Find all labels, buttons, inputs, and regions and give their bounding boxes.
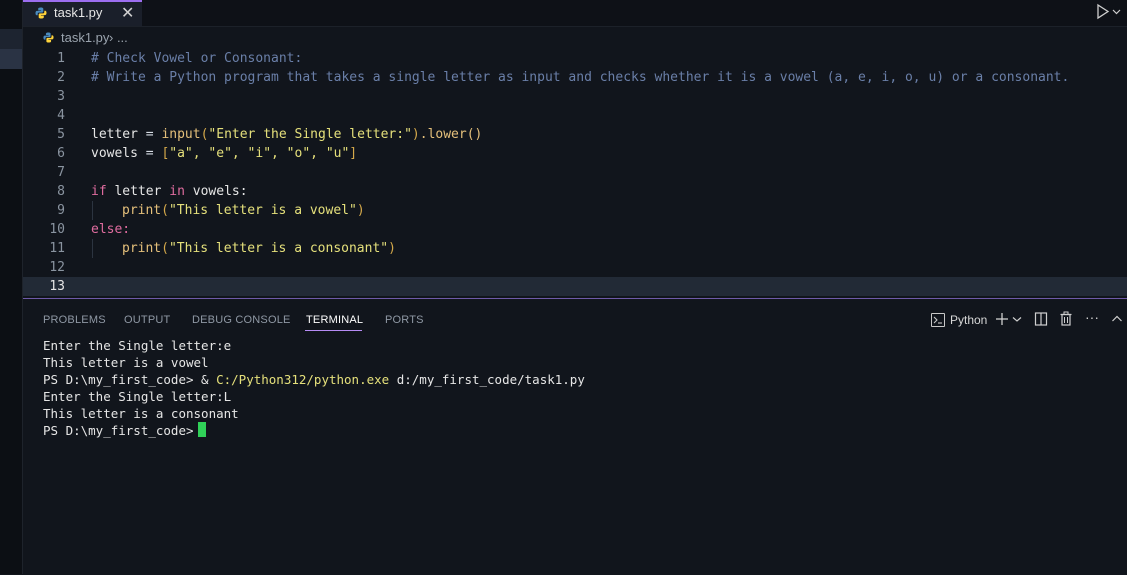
code-line: 12 bbox=[23, 258, 1127, 277]
code-line: 6 vowels = ["a", "e", "i", "o", "u"] bbox=[23, 144, 1127, 163]
code-line: 4 bbox=[23, 106, 1127, 125]
trash-icon[interactable] bbox=[1059, 310, 1073, 328]
tab-ports[interactable]: PORTS bbox=[385, 314, 424, 326]
terminal-line: This letter is a consonant bbox=[43, 406, 239, 421]
code-text: # Write a Python program that takes a si… bbox=[91, 70, 1070, 85]
line-number: 12 bbox=[49, 260, 65, 275]
line-number: 1 bbox=[57, 51, 65, 66]
code-text: if letter in vowels: bbox=[91, 184, 248, 199]
code-text: # Check Vowel or Consonant: bbox=[91, 51, 303, 66]
tab-output[interactable]: OUTPUT bbox=[124, 314, 170, 326]
tab-terminal[interactable]: TERMINAL bbox=[306, 314, 363, 326]
close-icon[interactable]: ✕ bbox=[121, 3, 134, 23]
tab-debug-console[interactable]: DEBUG CONSOLE bbox=[192, 314, 291, 326]
code-line: 3 bbox=[23, 87, 1127, 106]
tab-label: task1.py bbox=[54, 5, 103, 20]
line-number: 13 bbox=[49, 279, 65, 294]
chevron-up-icon[interactable] bbox=[1111, 310, 1123, 328]
line-number: 4 bbox=[57, 108, 65, 123]
code-line: 5 letter = input("Enter the Single lette… bbox=[23, 125, 1127, 144]
code-text: print("This letter is a vowel") bbox=[122, 203, 365, 218]
tab-task1-py[interactable]: task1.py ✕ bbox=[23, 0, 142, 26]
code-editor[interactable]: 1 # Check Vowel or Consonant: 2 # Write … bbox=[23, 48, 1127, 298]
python-file-icon bbox=[43, 32, 54, 43]
breadcrumb: task1.py › ... bbox=[23, 27, 1127, 49]
code-line: 8 if letter in vowels: bbox=[23, 182, 1127, 201]
code-text: print("This letter is a consonant") bbox=[122, 241, 396, 256]
indent-guide bbox=[92, 201, 93, 220]
line-number: 11 bbox=[49, 241, 65, 256]
activity-item[interactable] bbox=[0, 29, 22, 49]
python-file-icon bbox=[35, 7, 47, 19]
terminal-line: PS D:\my_first_code> & C:/Python312/pyth… bbox=[43, 372, 585, 387]
code-text: else: bbox=[91, 222, 131, 237]
code-text: vowels = ["a", "e", "i", "o", "u"] bbox=[91, 146, 358, 161]
line-number: 10 bbox=[49, 222, 65, 237]
add-terminal-icon[interactable] bbox=[995, 310, 1009, 328]
line-number: 9 bbox=[57, 203, 65, 218]
line-number: 8 bbox=[57, 184, 65, 199]
terminal-line: Enter the Single letter:L bbox=[43, 389, 232, 404]
terminal-prompt-line: PS D:\my_first_code> bbox=[43, 422, 585, 439]
indent-guide bbox=[92, 239, 93, 258]
line-number: 2 bbox=[57, 70, 65, 85]
terminal-line: This letter is a vowel bbox=[43, 355, 209, 370]
editor-tab-bar: task1.py ✕ bbox=[23, 0, 1127, 27]
active-tab-indicator bbox=[305, 330, 362, 331]
code-line: 7 bbox=[23, 163, 1127, 182]
more-actions-icon[interactable]: ··· bbox=[1085, 309, 1099, 327]
chevron-down-icon[interactable] bbox=[1112, 2, 1121, 22]
code-line: 10 else: bbox=[23, 220, 1127, 239]
terminal-icon bbox=[931, 313, 945, 327]
terminal-profile-name: Python bbox=[950, 313, 988, 327]
activity-bar bbox=[0, 0, 23, 574]
code-line: 1 # Check Vowel or Consonant: bbox=[23, 49, 1127, 68]
code-line: 2 # Write a Python program that takes a … bbox=[23, 68, 1127, 87]
terminal-line: Enter the Single letter:e bbox=[43, 338, 232, 353]
split-terminal-icon[interactable] bbox=[1034, 310, 1048, 328]
run-icon[interactable] bbox=[1095, 3, 1110, 20]
code-line: 11 print("This letter is a consonant") bbox=[23, 239, 1127, 258]
chevron-down-icon[interactable] bbox=[1012, 310, 1022, 328]
code-text: letter = input("Enter the Single letter:… bbox=[91, 127, 483, 142]
terminal-output[interactable]: Enter the Single letter:e This letter is… bbox=[43, 337, 585, 439]
line-number: 3 bbox=[57, 89, 65, 104]
line-number: 7 bbox=[57, 165, 65, 180]
breadcrumb-file[interactable]: task1.py bbox=[61, 30, 109, 45]
line-number: 6 bbox=[57, 146, 65, 161]
line-number: 5 bbox=[57, 127, 65, 142]
code-line: 9 print("This letter is a vowel") bbox=[23, 201, 1127, 220]
breadcrumb-more[interactable]: › ... bbox=[109, 30, 128, 45]
tab-problems[interactable]: PROBLEMS bbox=[43, 314, 106, 326]
activity-item-active[interactable] bbox=[0, 49, 22, 69]
current-line: 13 bbox=[23, 277, 1127, 296]
bottom-panel: PROBLEMS OUTPUT DEBUG CONSOLE TERMINAL P… bbox=[23, 298, 1127, 575]
terminal-cursor bbox=[197, 422, 206, 437]
